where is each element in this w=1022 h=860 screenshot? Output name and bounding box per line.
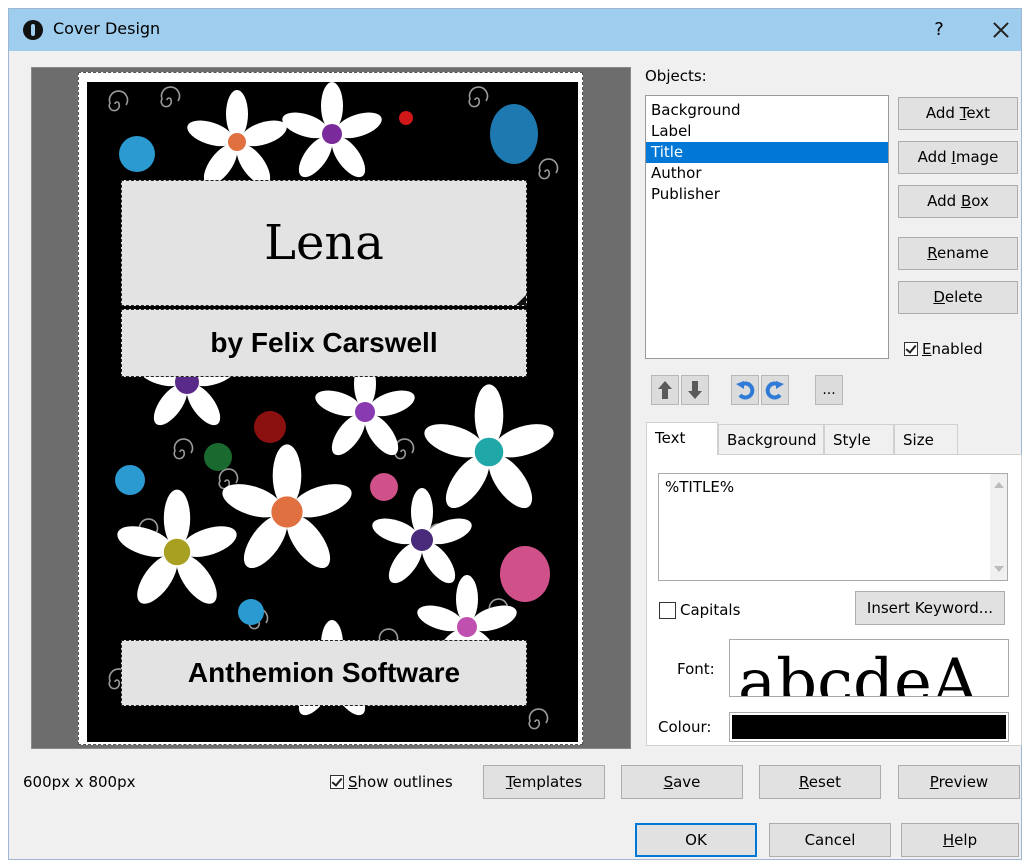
font-preview-text: abcdeA <box>738 646 979 697</box>
tab-text[interactable]: Text <box>646 422 718 455</box>
show-outlines-checkbox[interactable]: Show outlines <box>330 773 453 791</box>
button-mnemonic: S <box>663 773 674 791</box>
move-down-button[interactable] <box>681 375 709 405</box>
cover-author-box[interactable]: by Felix Carswell <box>121 309 527 377</box>
checkbox-label: how outlines <box>357 773 453 791</box>
redo-button[interactable] <box>761 375 789 405</box>
button-label: ext <box>966 104 991 122</box>
cover-title-box[interactable]: Lena <box>121 180 527 306</box>
button-label: ave <box>673 773 701 791</box>
reset-button[interactable]: Reset <box>759 765 881 799</box>
preview-button[interactable]: Preview <box>898 765 1020 799</box>
checkbox-mnemonic: E <box>922 340 932 358</box>
button-mnemonic: H <box>942 831 955 849</box>
button-label: emplates <box>512 773 583 791</box>
capitals-checkbox[interactable]: Capitals <box>659 601 740 619</box>
add-text-button[interactable]: Add Text <box>898 97 1018 130</box>
move-down-icon <box>688 381 702 399</box>
move-up-button[interactable] <box>651 375 679 405</box>
close-icon[interactable] <box>985 14 1017 46</box>
colour-picker[interactable] <box>729 712 1009 742</box>
checkbox-label: Capitals <box>680 601 741 619</box>
text-input-value: %TITLE% <box>665 478 735 496</box>
list-item[interactable]: Publisher <box>646 184 888 205</box>
button-label: elete <box>944 288 983 306</box>
button-label: ename <box>936 244 989 262</box>
rename-button[interactable]: Rename <box>898 237 1018 270</box>
cover-design-dialog: Cover Design ? Lena by Felix Carswell An… <box>8 8 1022 860</box>
text-tab-panel: %TITLE% Capitals Insert Keyword... Font:… <box>646 454 1022 746</box>
add-box-button[interactable]: Add Box <box>898 185 1018 218</box>
cover-publisher-box[interactable]: Anthemion Software <box>121 640 527 706</box>
enabled-checkbox[interactable]: Enabled <box>904 340 983 358</box>
tab-background[interactable]: Background <box>718 424 824 454</box>
cover-publisher-text: Anthemion Software <box>187 657 461 688</box>
font-label: Font: <box>677 660 715 678</box>
help-button[interactable]: Help <box>901 823 1019 857</box>
insert-keyword-button[interactable]: Insert Keyword... <box>855 591 1005 625</box>
button-mnemonic: D <box>933 288 945 306</box>
list-item-selected[interactable]: Title <box>646 142 888 163</box>
delete-button[interactable]: Delete <box>898 281 1018 314</box>
window-title: Cover Design <box>53 19 161 38</box>
add-image-button[interactable]: Add Image <box>898 141 1018 174</box>
cover-title-text: Lena <box>264 215 384 271</box>
vertical-scrollbar[interactable] <box>990 474 1007 580</box>
cover-author-text: by Felix Carswell <box>210 327 438 358</box>
undo-button[interactable] <box>731 375 759 405</box>
checkbox-label: nabled <box>931 340 983 358</box>
button-label: eset <box>808 773 841 791</box>
objects-label: Objects: <box>645 67 707 85</box>
cover-page: Lena by Felix Carswell Anthemion Softwar… <box>78 72 583 745</box>
checkbox-mnemonic: S <box>348 773 358 791</box>
cancel-button[interactable]: Cancel <box>769 823 891 857</box>
scroll-down-icon[interactable] <box>994 566 1004 572</box>
ok-button[interactable]: OK <box>635 823 757 857</box>
cover-canvas: Lena by Felix Carswell Anthemion Softwar… <box>31 67 631 749</box>
button-mnemonic: P <box>929 773 939 791</box>
help-title-button[interactable]: ? <box>928 16 950 44</box>
button-label: Add <box>927 192 961 210</box>
button-label: Add <box>917 148 952 166</box>
button-mnemonic: R <box>799 773 809 791</box>
list-item[interactable]: Author <box>646 163 888 184</box>
objects-list[interactable]: Background Label Title Author Publisher <box>645 95 889 359</box>
button-label: Add <box>925 104 960 122</box>
dimensions-label: 600px x 800px <box>23 773 136 791</box>
move-up-icon <box>658 381 672 399</box>
button-label: review <box>938 773 989 791</box>
save-button[interactable]: Save <box>621 765 743 799</box>
checkbox-box[interactable] <box>659 601 676 619</box>
button-label: ox <box>971 192 989 210</box>
templates-button[interactable]: Templates <box>483 765 605 799</box>
title-bar: Cover Design ? <box>9 9 1021 51</box>
tab-style[interactable]: Style <box>824 424 894 454</box>
colour-label: Colour: <box>658 718 712 736</box>
button-mnemonic: B <box>960 192 972 210</box>
tab-size[interactable]: Size <box>894 424 958 454</box>
more-icon: ... <box>822 382 836 398</box>
checkbox-box[interactable] <box>904 342 918 356</box>
list-item[interactable]: Label <box>646 121 888 142</box>
button-mnemonic: R <box>927 244 937 262</box>
text-input[interactable]: %TITLE% <box>658 473 1008 581</box>
undo-icon <box>736 381 755 400</box>
app-icon <box>23 20 43 40</box>
font-preview[interactable]: abcdeA <box>729 639 1009 697</box>
redo-icon <box>765 381 784 400</box>
button-label: elp <box>954 831 978 849</box>
button-label: mage <box>955 148 999 166</box>
checkbox-box[interactable] <box>330 775 344 789</box>
resize-handle[interactable] <box>516 295 526 305</box>
colour-swatch <box>732 715 1006 739</box>
properties-tabs: Text Background Style Size %TITLE% Capit… <box>646 422 1022 746</box>
scroll-up-icon[interactable] <box>994 482 1004 488</box>
more-button[interactable]: ... <box>815 375 843 405</box>
list-item[interactable]: Background <box>646 100 888 121</box>
